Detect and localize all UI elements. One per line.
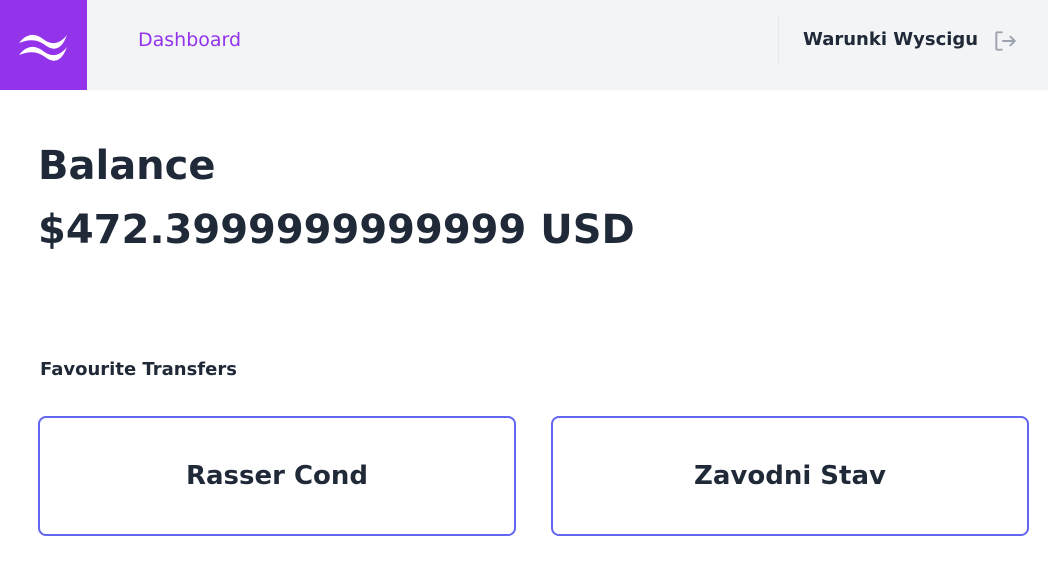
balance-heading: Balance: [38, 143, 216, 189]
logout-button[interactable]: [990, 26, 1020, 56]
favourite-transfer-name: Zavodni Stav: [694, 461, 886, 491]
user-name: Warunki Wyscigu: [803, 29, 979, 50]
nav-dashboard-link[interactable]: Dashboard: [138, 28, 241, 52]
favourite-transfer-card[interactable]: Zavodni Stav: [551, 416, 1029, 536]
tailwind-logo-icon: [18, 34, 67, 61]
top-navbar: Dashboard Warunki Wyscigu: [0, 0, 1048, 90]
favourite-transfer-name: Rasser Cond: [185, 461, 369, 491]
balance-amount: $472.3999999999999 USD: [38, 207, 635, 253]
header-divider: [778, 16, 779, 64]
favourite-transfers-heading: Favourite Transfers: [40, 359, 237, 380]
favourite-transfer-card[interactable]: Rasser Cond: [38, 416, 516, 536]
app-logo[interactable]: [0, 0, 87, 90]
logout-icon: [995, 31, 1016, 51]
